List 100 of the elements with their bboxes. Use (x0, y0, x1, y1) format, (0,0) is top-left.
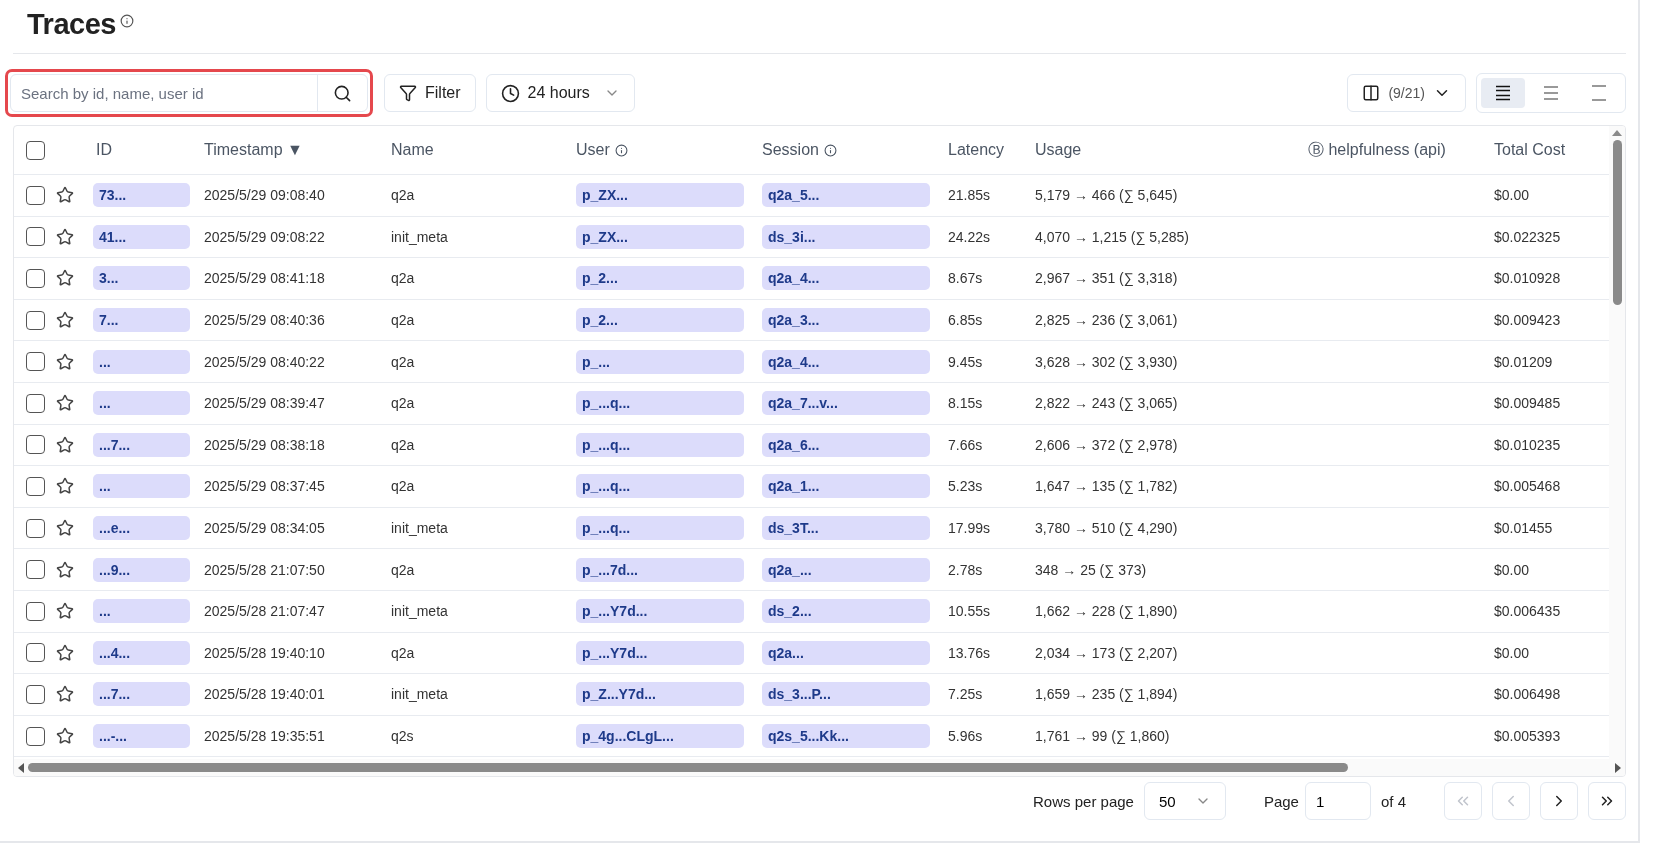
session-id-tag[interactable]: q2a_4... (762, 266, 930, 291)
column-header[interactable]: User (576, 141, 762, 159)
star-icon[interactable] (56, 560, 74, 579)
session-id-tag[interactable]: ds_3i... (762, 224, 930, 249)
trace-id-tag[interactable]: ... (93, 391, 190, 416)
user-id-tag[interactable]: p_2... (576, 266, 744, 291)
select-all-checkbox[interactable] (25, 140, 45, 160)
table-cell-text: 2025/5/29 08:37:45 (204, 478, 326, 495)
session-id-tag[interactable]: q2a_3... (762, 308, 930, 333)
trace-id-tag[interactable]: ...7... (93, 432, 190, 457)
trace-id-tag[interactable]: ... (93, 474, 190, 499)
session-id-tag[interactable]: ds_2... (762, 599, 930, 624)
trace-id-tag[interactable]: 73... (93, 183, 190, 208)
user-id-tag[interactable]: p_...Y7d... (576, 640, 744, 665)
user-id-tag[interactable]: p_...q... (576, 516, 744, 541)
info-icon[interactable] (119, 14, 134, 28)
column-header[interactable]: Timestamp ▼ (204, 141, 391, 159)
trace-id-tag[interactable]: 7... (93, 308, 190, 333)
table-cell-text: q2a (391, 353, 416, 370)
user-id-tag[interactable]: p_ZX... (576, 224, 744, 249)
time-range-dropdown[interactable]: 24 hours (485, 74, 635, 112)
user-id-tag[interactable]: p_ZX... (576, 183, 744, 208)
user-id-tag[interactable]: p_...q... (576, 432, 744, 457)
row-checkbox[interactable] (25, 269, 45, 288)
session-id-tag[interactable]: q2a_6... (762, 432, 930, 457)
trace-id-tag[interactable]: 3... (93, 266, 190, 291)
row-checkbox[interactable] (25, 476, 45, 496)
user-id-tag[interactable]: p_... (576, 349, 744, 374)
session-id-tag[interactable]: q2a_1... (762, 474, 930, 499)
table-cell-text: 5.96s (948, 728, 984, 744)
column-header[interactable]: Usage (1035, 141, 1308, 159)
column-header[interactable]: Total Cost (1494, 141, 1609, 159)
user-id-tag[interactable]: p_...7d... (576, 557, 744, 582)
row-checkbox[interactable] (25, 185, 45, 205)
trace-id-tag[interactable]: ...7... (93, 682, 190, 707)
session-id-tag[interactable]: q2a_4... (762, 349, 930, 374)
star-icon[interactable] (56, 394, 74, 413)
row-checkbox[interactable] (25, 310, 45, 330)
column-header[interactable]: Latency (948, 141, 1035, 159)
session-id-tag[interactable]: q2a_5... (762, 183, 930, 208)
row-checkbox[interactable] (25, 435, 45, 455)
scroll-thumb[interactable] (1612, 140, 1622, 305)
search-input[interactable]: Search by id, name, user id (11, 75, 317, 111)
last-page-button[interactable] (1588, 782, 1626, 820)
density-button[interactable] (1481, 78, 1525, 108)
user-id-tag[interactable]: p_Z...Y7d... (576, 682, 744, 707)
row-checkbox[interactable] (25, 601, 45, 621)
rows-per-page-dropdown[interactable]: 50 (1143, 782, 1226, 820)
star-icon[interactable] (56, 727, 74, 745)
star-icon[interactable] (56, 311, 74, 330)
table-cell-text: 2025/5/29 09:08:40 (204, 187, 326, 204)
session-id-tag[interactable]: q2a_... (762, 557, 930, 582)
vertical-scrollbar[interactable] (1609, 126, 1625, 759)
star-icon[interactable] (56, 269, 74, 288)
star-icon[interactable] (56, 227, 74, 246)
star-icon[interactable] (56, 643, 74, 662)
trace-id-tag[interactable]: ... (93, 349, 190, 374)
session-id-tag[interactable]: q2s_5...Kk... (762, 724, 930, 748)
user-id-tag[interactable]: p_4g...CLgL... (576, 724, 744, 748)
row-checkbox[interactable] (25, 393, 45, 413)
row-checkbox[interactable] (25, 560, 45, 580)
star-icon[interactable] (56, 519, 74, 538)
scroll-thumb[interactable] (28, 763, 1348, 772)
star-icon[interactable] (56, 477, 74, 496)
trace-id-tag[interactable]: ...e... (93, 516, 190, 541)
star-icon[interactable] (56, 602, 74, 621)
user-id-tag[interactable]: p_2... (576, 308, 744, 333)
row-checkbox[interactable] (25, 518, 45, 538)
trace-id-tag[interactable]: 41... (93, 224, 190, 249)
star-icon[interactable] (56, 435, 74, 454)
star-icon[interactable] (56, 352, 74, 371)
columns-button[interactable]: (9/21) (1347, 74, 1466, 112)
row-checkbox[interactable] (25, 227, 45, 247)
star-icon[interactable] (56, 186, 74, 205)
trace-id-tag[interactable]: ... (93, 599, 190, 624)
page-number-field[interactable]: 1 (1304, 782, 1371, 820)
column-header[interactable]: ID (93, 141, 204, 159)
row-checkbox[interactable] (25, 726, 45, 746)
column-header[interactable]: Ⓑ helpfulness (api) (1308, 139, 1494, 161)
table-cell-text: 3,780 → 510 (∑ 4,290) (1035, 520, 1179, 537)
row-checkbox[interactable] (25, 684, 45, 704)
filter-button[interactable]: Filter (384, 74, 476, 112)
trace-id-tag[interactable]: ...4... (93, 640, 190, 665)
table-cell-text: 2.78s (948, 561, 984, 578)
session-id-tag[interactable]: q2a_7...v... (762, 391, 930, 416)
row-checkbox[interactable] (25, 643, 45, 663)
user-id-tag[interactable]: p_...q... (576, 391, 744, 416)
trace-id-tag[interactable]: ...-... (93, 724, 190, 748)
column-header[interactable]: Name (391, 141, 576, 159)
horizontal-scrollbar[interactable] (14, 759, 1625, 776)
column-header[interactable]: Session (762, 141, 948, 159)
row-checkbox[interactable] (25, 352, 45, 372)
search-bar[interactable]: Search by id, name, user id (10, 74, 368, 112)
user-id-tag[interactable]: p_...q... (576, 474, 744, 499)
session-id-tag[interactable]: ds_3T... (762, 516, 930, 541)
session-id-tag[interactable]: q2a... (762, 640, 930, 665)
user-id-tag[interactable]: p_...Y7d... (576, 599, 744, 624)
star-icon[interactable] (56, 685, 74, 704)
trace-id-tag[interactable]: ...9... (93, 557, 190, 582)
session-id-tag[interactable]: ds_3...P... (762, 682, 930, 707)
